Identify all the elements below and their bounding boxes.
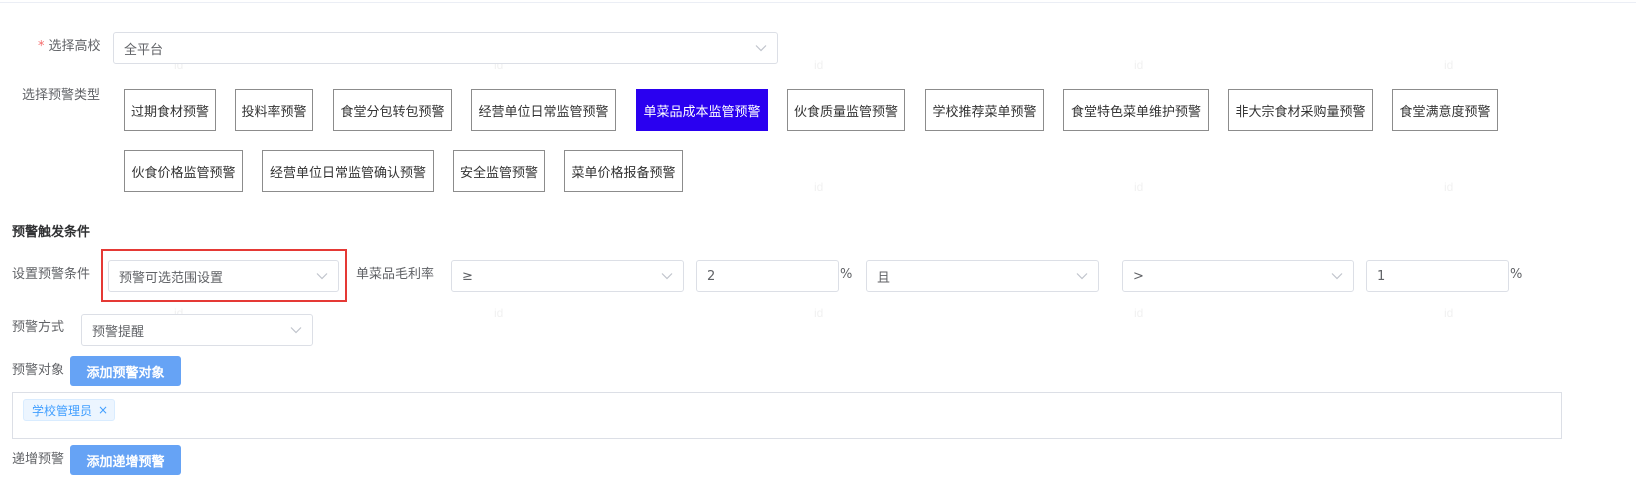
top-divider [0, 2, 1636, 3]
value-input-2-text: 1 [1377, 268, 1386, 284]
condition-label: 设置预警条件 [12, 267, 91, 282]
alert-type-button[interactable]: 经营单位日常监管预警 [471, 89, 616, 131]
watermark: id [814, 58, 824, 72]
condition-select-value: 预警可选范围设置 [119, 270, 224, 286]
watermark: id [494, 306, 504, 320]
add-target-button[interactable]: 添加预警对象 [70, 356, 181, 386]
method-select-value: 预警提醒 [92, 324, 145, 340]
add-increment-button[interactable]: 添加递增预警 [70, 445, 181, 475]
method-select[interactable]: 预警提醒 [81, 314, 313, 346]
operator-select-2-value: > [1133, 268, 1144, 284]
alert-type-label: 选择预警类型 [22, 88, 101, 103]
operator-select-2[interactable]: > [1122, 260, 1354, 292]
metric-label: 单菜品毛利率 [356, 267, 435, 282]
alert-type-button[interactable]: 伙食质量监管预警 [787, 89, 905, 131]
watermark: id [814, 306, 824, 320]
alert-type-button[interactable]: 经营单位日常监管确认预警 [262, 150, 434, 192]
close-icon[interactable]: × [98, 403, 108, 417]
watermark: id [1444, 306, 1454, 320]
watermark: id [1444, 180, 1454, 194]
chevron-down-icon [316, 270, 328, 282]
alert-type-button[interactable]: 食堂分包转包预警 [333, 89, 452, 131]
value-input-2[interactable]: 1 [1366, 260, 1509, 292]
required-mark: * [38, 39, 45, 54]
school-select[interactable]: 全平台 [113, 32, 778, 64]
alert-type-button[interactable]: 过期食材预警 [124, 89, 216, 131]
chevron-down-icon [290, 324, 302, 336]
increment-label: 递增预警 [12, 452, 65, 467]
target-label: 预警对象 [12, 363, 65, 378]
school-label: * 选择高校 [38, 39, 101, 55]
logic-select[interactable]: 且 [866, 260, 1099, 292]
operator-select-1-value: ≥ [462, 268, 473, 284]
unit-2: % [1510, 267, 1523, 282]
condition-select[interactable]: 预警可选范围设置 [108, 260, 339, 292]
alert-type-button[interactable]: 学校推荐菜单预警 [925, 89, 1044, 131]
alert-type-button[interactable]: 伙食价格监管预警 [124, 150, 243, 192]
watermark: id [1134, 58, 1144, 72]
target-tag-text: 学校管理员 [32, 403, 93, 418]
alert-type-button[interactable]: 非大宗食材采购量预警 [1228, 89, 1373, 131]
watermark: id [1134, 306, 1144, 320]
school-select-value: 全平台 [124, 42, 164, 58]
chevron-down-icon [1331, 270, 1343, 282]
alert-type-button[interactable]: 食堂特色菜单维护预警 [1063, 89, 1209, 131]
chevron-down-icon [755, 42, 767, 54]
chevron-down-icon [661, 270, 673, 282]
watermark: id [814, 180, 824, 194]
alert-type-button[interactable]: 投料率预警 [235, 89, 313, 131]
watermark: id [1134, 180, 1144, 194]
logic-select-value: 且 [877, 270, 891, 286]
school-label-text: 选择高校 [48, 39, 101, 54]
value-input-1[interactable]: 2 [696, 260, 839, 292]
alert-type-button[interactable]: 安全监管预警 [453, 150, 545, 192]
unit-1: % [840, 267, 853, 282]
target-tag: 学校管理员 × [23, 399, 116, 421]
method-label: 预警方式 [12, 320, 65, 335]
trigger-section-title: 预警触发条件 [12, 225, 91, 240]
watermark: id [1444, 58, 1454, 72]
value-input-1-text: 2 [707, 268, 716, 284]
target-tags-box[interactable]: 学校管理员 × [12, 392, 1562, 439]
alert-type-button-active[interactable]: 单菜品成本监管预警 [636, 89, 768, 131]
alert-type-button[interactable]: 菜单价格报备预警 [564, 150, 683, 192]
operator-select-1[interactable]: ≥ [451, 260, 684, 292]
alert-type-button[interactable]: 食堂满意度预警 [1392, 89, 1498, 131]
chevron-down-icon [1076, 270, 1088, 282]
